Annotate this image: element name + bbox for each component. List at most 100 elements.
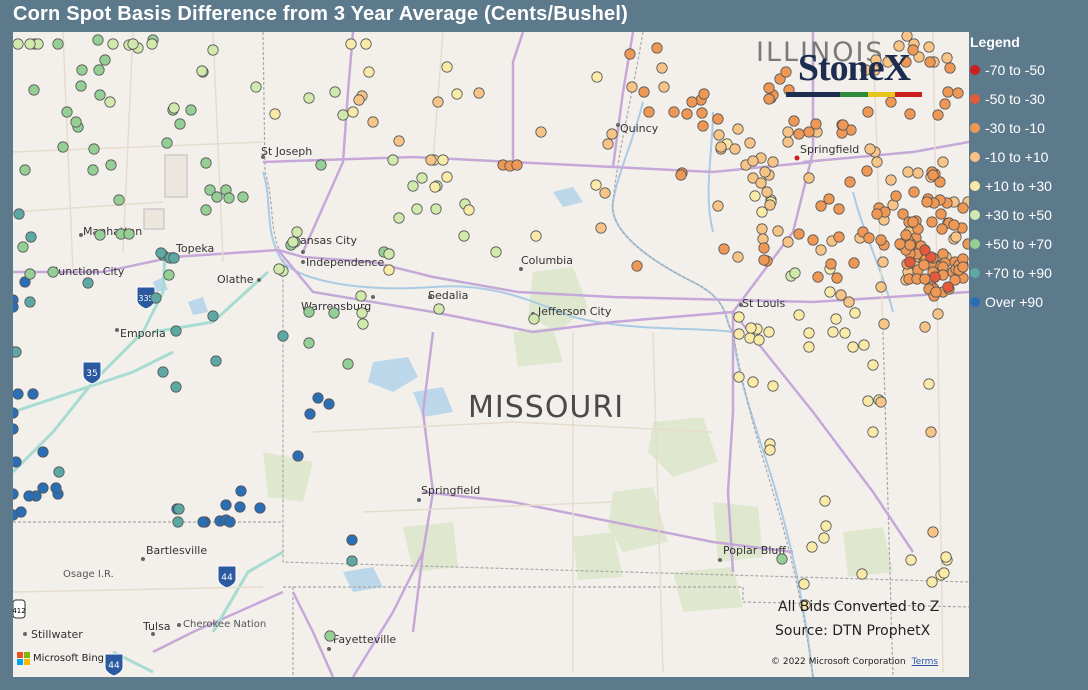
basis-point-marker[interactable]	[602, 138, 614, 150]
basis-point-marker[interactable]	[393, 212, 405, 224]
basis-point-marker[interactable]	[825, 258, 837, 270]
basis-point-marker[interactable]	[104, 96, 116, 108]
basis-point-marker[interactable]	[123, 228, 135, 240]
basis-point-marker[interactable]	[88, 143, 100, 155]
basis-point-marker[interactable]	[13, 488, 19, 500]
basis-point-marker[interactable]	[170, 325, 182, 337]
basis-point-marker[interactable]	[441, 61, 453, 73]
basis-point-marker[interactable]	[425, 154, 437, 166]
basis-point-marker[interactable]	[277, 330, 289, 342]
basis-point-marker[interactable]	[490, 246, 502, 258]
basis-point-marker[interactable]	[930, 286, 942, 298]
basis-point-marker[interactable]	[733, 328, 745, 340]
basis-point-marker[interactable]	[291, 226, 303, 238]
basis-point-marker[interactable]	[656, 62, 668, 74]
basis-point-marker[interactable]	[355, 290, 367, 302]
basis-point-marker[interactable]	[13, 407, 19, 419]
basis-point-marker[interactable]	[831, 272, 843, 284]
basis-point-marker[interactable]	[942, 281, 954, 293]
legend-item[interactable]: -30 to -10	[970, 113, 1086, 142]
basis-point-marker[interactable]	[907, 216, 919, 228]
basis-point-marker[interactable]	[303, 92, 315, 104]
basis-point-marker[interactable]	[772, 225, 784, 237]
basis-point-marker[interactable]	[712, 113, 724, 125]
basis-point-marker[interactable]	[346, 534, 358, 546]
basis-point-marker[interactable]	[803, 341, 815, 353]
basis-point-marker[interactable]	[932, 308, 944, 320]
basis-point-marker[interactable]	[761, 186, 773, 198]
basis-point-marker[interactable]	[234, 501, 246, 513]
basis-point-marker[interactable]	[174, 118, 186, 130]
basis-point-marker[interactable]	[863, 232, 875, 244]
basis-point-marker[interactable]	[776, 553, 788, 565]
basis-point-marker[interactable]	[631, 260, 643, 272]
basis-point-marker[interactable]	[862, 395, 874, 407]
basis-point-marker[interactable]	[323, 398, 335, 410]
basis-point-marker[interactable]	[782, 126, 794, 138]
basis-point-marker[interactable]	[810, 118, 822, 130]
basis-point-marker[interactable]	[675, 169, 687, 181]
basis-point-marker[interactable]	[833, 231, 845, 243]
basis-point-marker[interactable]	[759, 166, 771, 178]
basis-point-marker[interactable]	[75, 80, 87, 92]
basis-point-marker[interactable]	[858, 339, 870, 351]
basis-point-marker[interactable]	[458, 230, 470, 242]
legend-item[interactable]: +70 to +90	[970, 258, 1086, 287]
basis-point-marker[interactable]	[37, 482, 49, 494]
basis-point-marker[interactable]	[387, 154, 399, 166]
basis-point-marker[interactable]	[210, 355, 222, 367]
basis-point-marker[interactable]	[430, 203, 442, 215]
basis-point-marker[interactable]	[803, 172, 815, 184]
basis-point-marker[interactable]	[715, 141, 727, 153]
basis-point-marker[interactable]	[820, 520, 832, 532]
basis-point-marker[interactable]	[938, 567, 950, 579]
basis-point-marker[interactable]	[925, 426, 937, 438]
basis-point-marker[interactable]	[146, 38, 158, 50]
basis-point-marker[interactable]	[713, 129, 725, 141]
basis-point-marker[interactable]	[904, 108, 916, 120]
basis-point-marker[interactable]	[624, 48, 636, 60]
basis-point-marker[interactable]	[905, 554, 917, 566]
basis-point-marker[interactable]	[595, 222, 607, 234]
basis-point-marker[interactable]	[744, 137, 756, 149]
basis-point-marker[interactable]	[848, 257, 860, 269]
basis-point-marker[interactable]	[237, 191, 249, 203]
basis-point-marker[interactable]	[433, 303, 445, 315]
basis-point-marker[interactable]	[756, 223, 768, 235]
basis-point-marker[interactable]	[254, 502, 266, 514]
basis-point-marker[interactable]	[269, 108, 281, 120]
legend-item[interactable]: -70 to -50	[970, 55, 1086, 84]
basis-point-marker[interactable]	[530, 230, 542, 242]
basis-point-marker[interactable]	[163, 269, 175, 281]
basis-point-marker[interactable]	[626, 81, 638, 93]
basis-point-marker[interactable]	[939, 98, 951, 110]
basis-point-marker[interactable]	[900, 229, 912, 241]
basis-point-marker[interactable]	[824, 286, 836, 298]
basis-point-marker[interactable]	[27, 388, 39, 400]
basis-point-marker[interactable]	[919, 273, 931, 285]
basis-point-marker[interactable]	[844, 176, 856, 188]
basis-point-marker[interactable]	[337, 109, 349, 121]
basis-point-marker[interactable]	[871, 156, 883, 168]
basis-point-marker[interactable]	[732, 123, 744, 135]
basis-point-marker[interactable]	[590, 179, 602, 191]
basis-point-marker[interactable]	[927, 526, 939, 538]
basis-point-marker[interactable]	[107, 38, 119, 50]
basis-point-marker[interactable]	[92, 34, 104, 46]
basis-point-marker[interactable]	[173, 503, 185, 515]
basis-point-marker[interactable]	[82, 277, 94, 289]
basis-point-marker[interactable]	[345, 38, 357, 50]
basis-point-marker[interactable]	[798, 578, 810, 590]
basis-point-marker[interactable]	[758, 254, 770, 266]
basis-point-marker[interactable]	[185, 104, 197, 116]
basis-point-marker[interactable]	[451, 88, 463, 100]
basis-point-marker[interactable]	[473, 87, 485, 99]
basis-point-marker[interactable]	[815, 200, 827, 212]
basis-point-marker[interactable]	[764, 444, 776, 456]
basis-point-marker[interactable]	[197, 516, 209, 528]
basis-point-marker[interactable]	[875, 281, 887, 293]
basis-point-marker[interactable]	[908, 186, 920, 198]
basis-point-marker[interactable]	[833, 203, 845, 215]
basis-point-marker[interactable]	[941, 52, 953, 64]
basis-point-marker[interactable]	[52, 38, 64, 50]
